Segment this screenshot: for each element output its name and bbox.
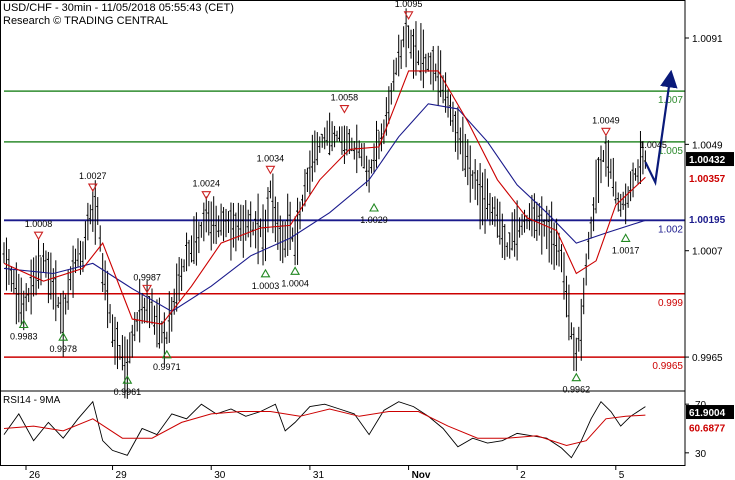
swing-low-label: 1.0003	[252, 281, 280, 291]
rsi-ma9-line	[3, 408, 646, 447]
swing-high-marker	[265, 165, 276, 175]
swing-high-label: 1.0008	[25, 219, 53, 229]
price-badge-label: 1.00432	[689, 155, 726, 166]
x-tick-label: 5	[619, 470, 625, 480]
x-tick-label: 30	[214, 470, 226, 480]
swing-low-label: 0.9971	[153, 362, 181, 372]
rsi-pane: RSI14 - 9MA	[3, 395, 646, 459]
swing-low-label: 1.0017	[612, 245, 640, 255]
x-tick-label: 29	[116, 470, 128, 480]
level-label: 1.002	[658, 224, 683, 235]
level-label: 1.007	[658, 95, 683, 106]
forecast-label: 1.0045	[639, 140, 667, 150]
rsi-badge-label: 61.9004	[689, 408, 726, 419]
swing-high-marker	[201, 191, 212, 200]
ma-fast-badge-label: 1.00357	[689, 174, 726, 185]
level-label: 0.999	[658, 298, 683, 309]
level-label: 0.9965	[652, 361, 683, 372]
y-tick-label: 1.0049	[692, 140, 723, 151]
swing-high-label: 1.0095	[395, 0, 423, 9]
main-pane: 1.0071.0051.0020.9990.99650.99831.00080.…	[2, 0, 685, 399]
swing-high-label: 0.9987	[133, 272, 161, 282]
y-tick-label: 1.0007	[692, 247, 723, 258]
y-tick-label: 1.0091	[692, 34, 723, 45]
swing-high-label: 1.0049	[592, 115, 620, 125]
x-tick-label: 26	[29, 470, 41, 480]
swing-low-marker	[571, 372, 582, 382]
pivot-badge-label: 1.00195	[689, 215, 726, 226]
swing-low-label: 0.9978	[49, 344, 77, 354]
x-tick-label: 2	[520, 470, 526, 480]
swing-low-label: 0.9983	[10, 331, 38, 341]
plot-border	[0, 0, 686, 466]
swing-high-label: 1.0024	[193, 179, 221, 189]
swing-high-marker	[33, 231, 44, 241]
rsi-title: RSI14 - 9MA	[3, 395, 61, 406]
swing-low-marker	[620, 233, 631, 242]
x-tick-label: Nov	[412, 470, 431, 480]
price-chart: 1.0071.0051.0020.9990.99650.99831.00080.…	[0, 0, 734, 480]
swing-low-marker	[260, 268, 271, 278]
swing-high-marker	[600, 127, 611, 137]
rsi-y-tick-label: 30	[695, 449, 707, 460]
y-tick-label: 0.9965	[692, 353, 723, 364]
swing-high-label: 1.0027	[79, 171, 107, 181]
swing-low-label: 1.0029	[360, 215, 388, 225]
swing-high-label: 1.0058	[331, 93, 359, 103]
swing-low-marker	[290, 266, 301, 275]
swing-low-label: 1.0004	[281, 278, 309, 288]
swing-high-label: 1.0034	[257, 153, 285, 163]
forecast-arrow	[644, 69, 678, 186]
rsi-ma9-badge-label: 60.6877	[689, 423, 726, 434]
swing-low-marker	[369, 202, 379, 212]
x-tick-label: 31	[313, 470, 325, 480]
ma-fast-line	[3, 70, 646, 325]
chart-frame: 1.00911.00491.00070.996570301.004321.003…	[0, 0, 734, 480]
swing-low-label: 0.9962	[563, 385, 591, 395]
swing-high-marker	[339, 105, 350, 114]
swing-low-label: 0.9961	[114, 387, 142, 397]
